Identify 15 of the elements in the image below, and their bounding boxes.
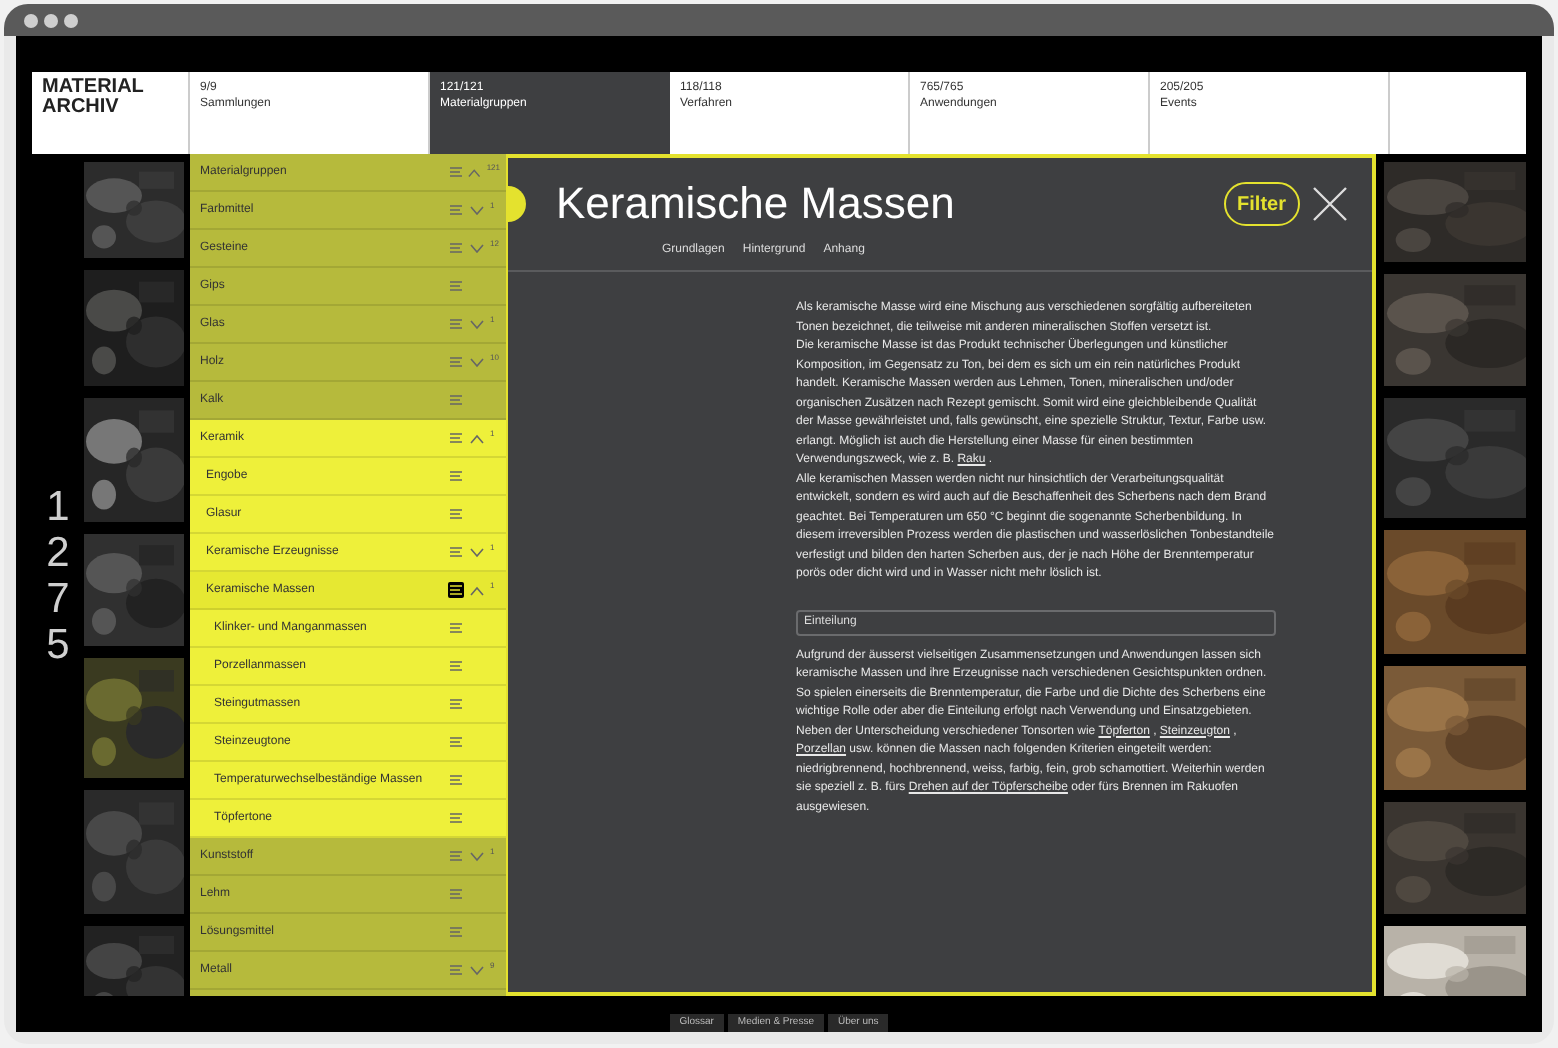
chevron-up-icon[interactable] (470, 433, 484, 443)
chevron-down-icon[interactable] (470, 357, 484, 367)
chevron-down-icon[interactable] (470, 205, 484, 215)
chevron-up-icon[interactable] (468, 167, 481, 177)
chevron-down-icon[interactable] (470, 243, 484, 253)
chevron-down-icon[interactable] (470, 547, 484, 557)
filter-button[interactable]: Filter (1223, 182, 1300, 226)
panel-tab-handle[interactable] (508, 186, 526, 222)
chevron-down-icon[interactable] (470, 319, 484, 329)
chevron-down-icon[interactable] (470, 965, 484, 975)
close-icon[interactable] (1312, 186, 1348, 222)
chevron-up-icon[interactable] (470, 585, 484, 595)
item-count: 1275 (46, 483, 70, 667)
chevron-down-icon[interactable] (470, 851, 484, 861)
panel-title: Keramische Massen (556, 178, 957, 230)
